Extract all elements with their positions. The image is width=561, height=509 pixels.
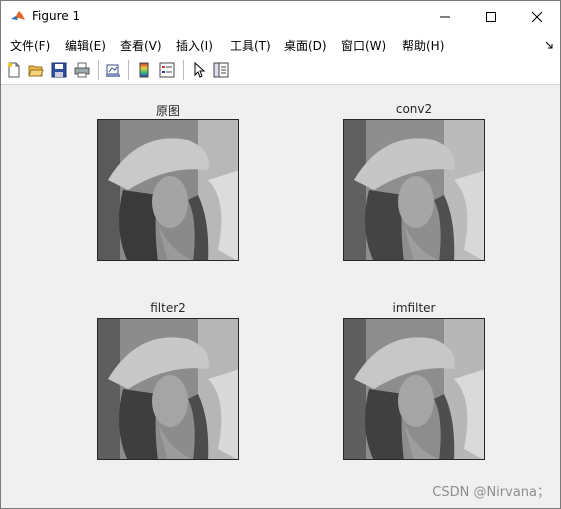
portrait-image — [98, 120, 238, 260]
toolbar — [1, 56, 560, 85]
menu-help[interactable]: 帮助(H) — [402, 37, 444, 54]
print-icon[interactable] — [74, 62, 90, 78]
subplot-title: 原图 — [155, 104, 180, 118]
menu-overflow-icon[interactable] — [544, 40, 554, 50]
title-bar[interactable]: Figure 1 — [1, 1, 560, 32]
maximize-icon — [486, 11, 496, 22]
open-file-icon[interactable] — [28, 62, 44, 78]
toolbar-separator — [98, 60, 99, 80]
property-inspector-icon[interactable] — [213, 62, 229, 78]
window-title: Figure 1 — [32, 9, 81, 23]
subplot-image-original[interactable] — [97, 119, 239, 261]
save-icon[interactable] — [51, 62, 67, 78]
maximize-button[interactable] — [468, 1, 514, 32]
subplot-image-filter2[interactable] — [97, 318, 239, 460]
menu-tools[interactable]: 工具(T) — [230, 37, 271, 54]
figure-canvas: 原图 conv2 filter2 imfilter CSDN @Nirvana； — [1, 85, 560, 508]
toolbar-separator — [183, 60, 184, 80]
subplot-title: filter2 — [150, 301, 186, 315]
subplot-title: imfilter — [392, 301, 436, 315]
subplot-title: conv2 — [395, 102, 433, 116]
matlab-logo-icon — [10, 8, 26, 24]
portrait-image — [344, 319, 484, 459]
select-pointer-icon[interactable] — [191, 62, 207, 78]
watermark-text: CSDN @Nirvana； — [432, 485, 550, 500]
menu-edit[interactable]: 编辑(E) — [65, 37, 106, 54]
menu-insert[interactable]: 插入(I) — [176, 37, 213, 54]
insert-legend-icon[interactable] — [159, 62, 175, 78]
insert-colorbar-icon[interactable] — [136, 62, 152, 78]
minimize-button[interactable] — [422, 1, 468, 32]
portrait-image — [344, 120, 484, 260]
close-button[interactable] — [514, 1, 560, 32]
portrait-image — [98, 319, 238, 459]
menu-desktop[interactable]: 桌面(D) — [284, 37, 327, 54]
menu-file[interactable]: 文件(F) — [10, 37, 50, 54]
figure-window: Figure 1 文件(F) 编辑(E) 查看(V) 插入(I) 工具(T) 桌… — [0, 0, 561, 509]
menu-window[interactable]: 窗口(W) — [341, 37, 386, 54]
link-plot-icon[interactable] — [105, 62, 121, 78]
menu-view[interactable]: 查看(V) — [120, 37, 162, 54]
new-figure-icon[interactable] — [6, 62, 22, 78]
subplot-image-conv2[interactable] — [343, 119, 485, 261]
close-icon — [531, 11, 543, 22]
minimize-icon — [440, 16, 450, 17]
subplot-image-imfilter[interactable] — [343, 318, 485, 460]
menu-bar: 文件(F) 编辑(E) 查看(V) 插入(I) 工具(T) 桌面(D) 窗口(W… — [1, 32, 560, 56]
toolbar-separator — [128, 60, 129, 80]
